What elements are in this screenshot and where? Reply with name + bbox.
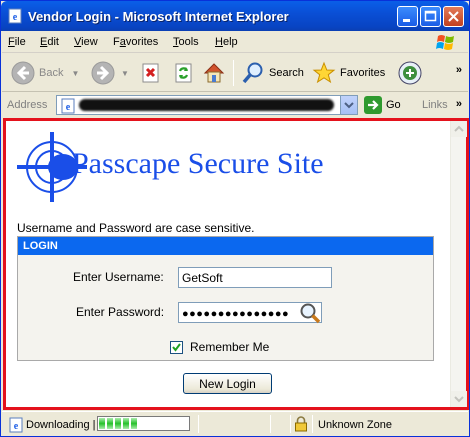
favorites-button[interactable]: Favorites <box>312 60 385 86</box>
scroll-down-button[interactable] <box>451 391 467 407</box>
svg-text:e: e <box>14 421 19 432</box>
lock-icon <box>295 416 307 432</box>
address-dropdown-button[interactable] <box>340 96 357 114</box>
scroll-up-button[interactable] <box>451 121 467 137</box>
forward-button[interactable]: ▼ <box>91 60 129 86</box>
remember-me-checkbox[interactable] <box>170 341 183 354</box>
case-sensitive-notice: Username and Password are case sensitive… <box>17 221 255 235</box>
new-login-button[interactable]: New Login <box>183 373 272 394</box>
back-arrow-icon <box>11 61 35 85</box>
username-label: Enter Username: <box>73 270 164 284</box>
back-dropdown-icon[interactable]: ▼ <box>71 69 79 78</box>
status-bar: e Downloading | Unknown Zone <box>2 411 468 436</box>
progress-fill <box>99 418 188 429</box>
menu-edit[interactable]: Edit <box>40 36 59 48</box>
go-button[interactable]: Go <box>364 96 401 114</box>
status-separator <box>312 415 313 433</box>
address-input[interactable]: e <box>56 95 358 115</box>
status-separator <box>290 415 291 433</box>
site-title: Passcape Secure Site <box>72 147 324 180</box>
windows-logo-icon <box>432 32 460 52</box>
menu-tools[interactable]: Tools <box>173 36 199 48</box>
ie-page-icon: e <box>61 98 75 114</box>
checkmark-icon <box>172 343 181 352</box>
progress-segment <box>107 418 113 429</box>
password-label: Enter Password: <box>76 305 165 319</box>
forward-dropdown-icon[interactable]: ▼ <box>121 69 129 78</box>
redacted-url <box>79 99 334 111</box>
status-text: Downloading | <box>26 419 96 431</box>
media-button[interactable] <box>397 60 423 86</box>
search-button[interactable]: Search <box>241 60 304 86</box>
close-button[interactable] <box>443 6 464 27</box>
refresh-button[interactable] <box>173 60 195 86</box>
progress-segment <box>99 418 105 429</box>
ie-page-icon: e <box>8 8 22 24</box>
go-arrow-icon <box>364 96 382 114</box>
ie-page-icon: e <box>9 417 23 433</box>
password-input[interactable]: ●●●●●●●●●●●●●●● <box>178 301 322 325</box>
minimize-icon <box>403 19 410 22</box>
links-more-chevron-icon[interactable]: » <box>456 98 462 110</box>
title-bar[interactable]: e Vendor Login - Microsoft Internet Expl… <box>1 1 469 31</box>
maximize-button[interactable] <box>420 6 441 27</box>
status-separator <box>270 415 271 433</box>
username-input[interactable]: GetSoft <box>178 267 332 288</box>
status-separator <box>198 415 199 433</box>
remember-me-label: Remember Me <box>190 340 270 354</box>
stop-button[interactable] <box>140 60 162 86</box>
menu-view[interactable]: View <box>74 36 98 48</box>
menu-file[interactable]: File <box>8 36 26 48</box>
chevron-up-icon <box>454 125 464 132</box>
download-progress-bar <box>97 416 190 431</box>
star-icon <box>312 61 336 84</box>
security-zone-text: Unknown Zone <box>318 419 392 431</box>
ie-window: e Vendor Login - Microsoft Internet Expl… <box>0 0 470 437</box>
progress-segment <box>123 418 129 429</box>
chevron-down-icon <box>344 102 354 109</box>
home-icon <box>203 63 225 83</box>
menu-favorites[interactable]: Favorites <box>113 36 158 48</box>
media-icon <box>398 61 422 85</box>
address-bar: Address e Go Links » <box>2 93 468 117</box>
svg-text:e: e <box>66 102 71 113</box>
page-content: Passcape Secure Site Username and Passwo… <box>3 118 469 410</box>
vertical-scrollbar[interactable] <box>450 121 467 407</box>
chevron-down-icon <box>454 396 464 403</box>
minimize-button[interactable] <box>397 6 418 27</box>
forward-arrow-icon <box>91 61 115 85</box>
toolbar-separator <box>233 60 234 86</box>
back-button[interactable]: Back ▼ <box>11 60 79 86</box>
stop-icon <box>142 63 159 83</box>
home-button[interactable] <box>202 60 226 86</box>
magnifier-icon[interactable] <box>298 301 322 325</box>
progress-segment <box>131 418 137 429</box>
links-toolbar[interactable]: Links <box>422 99 448 111</box>
password-value: ●●●●●●●●●●●●●●● <box>182 308 290 320</box>
address-label: Address <box>7 99 48 111</box>
menu-bar: File Edit View Favorites Tools Help <box>2 31 468 53</box>
maximize-icon <box>424 10 437 22</box>
login-header: LOGIN <box>18 237 433 255</box>
window-title: Vendor Login - Microsoft Internet Explor… <box>28 9 289 24</box>
close-icon <box>448 11 459 22</box>
menu-help[interactable]: Help <box>215 36 238 48</box>
standard-toolbar: Back ▼ ▼ Search Favorites » <box>2 54 468 92</box>
refresh-icon <box>175 63 192 83</box>
svg-text:e: e <box>13 12 18 23</box>
toolbar-more-chevron-icon[interactable]: » <box>456 64 462 76</box>
search-icon <box>242 62 263 84</box>
progress-segment <box>115 418 121 429</box>
